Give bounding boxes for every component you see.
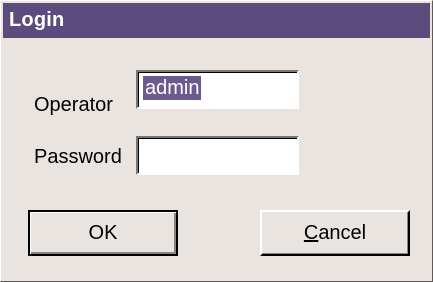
- login-dialog: Login Operator admin Password OK Cancel: [0, 0, 433, 282]
- password-label: Password: [34, 146, 122, 168]
- operator-field[interactable]: admin: [136, 70, 299, 109]
- operator-label: Operator: [34, 94, 113, 116]
- ok-button-label: OK: [88, 221, 118, 244]
- ok-button[interactable]: OK: [28, 210, 178, 256]
- cancel-button-label: Cancel: [303, 221, 367, 244]
- dialog-title: Login: [9, 9, 65, 31]
- operator-value: admin: [143, 76, 202, 100]
- title-bar[interactable]: Login: [3, 3, 430, 38]
- password-field[interactable]: [136, 136, 299, 175]
- cancel-button[interactable]: Cancel: [260, 210, 410, 256]
